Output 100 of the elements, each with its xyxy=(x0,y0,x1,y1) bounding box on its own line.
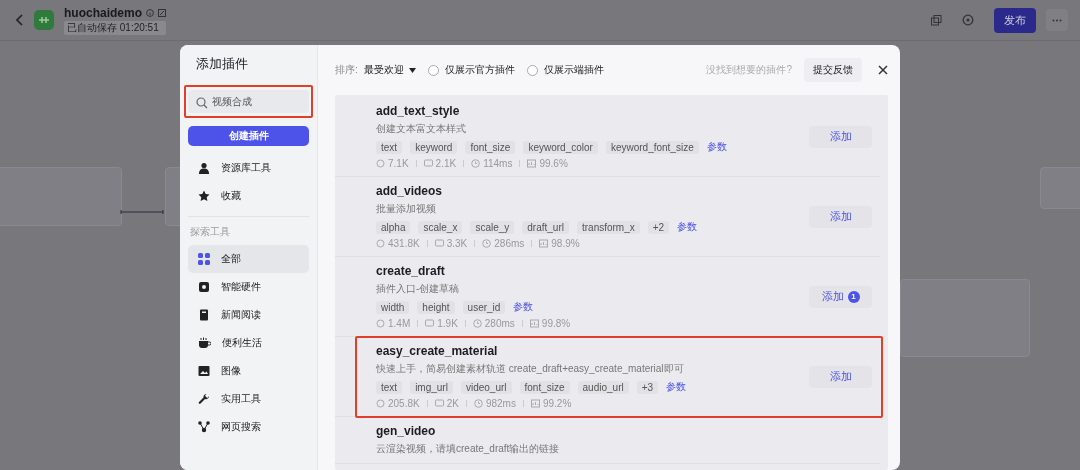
feedback-hint: 没找到想要的插件? xyxy=(706,63,792,77)
parameter-tag: alpha xyxy=(376,220,411,234)
parameter-tag: audio_url xyxy=(577,380,629,394)
chart-icon xyxy=(539,239,549,248)
chart-icon xyxy=(527,159,537,168)
stat-value: 99.2% xyxy=(542,398,572,409)
cup-icon xyxy=(198,337,211,349)
stat-value: 7.1K xyxy=(388,158,409,169)
sort-dropdown[interactable]: 最受欢迎 xyxy=(363,63,416,77)
parameter-tag: text xyxy=(376,140,403,154)
parameter-tag: transform_x xyxy=(576,220,640,234)
network-icon xyxy=(198,421,210,433)
stat-value: 431.8K xyxy=(388,238,420,249)
parameter-tag: font_size xyxy=(519,380,570,394)
autosave-status: 已自动保存 01:20:51 xyxy=(64,20,166,35)
publish-button[interactable]: 发布 xyxy=(994,7,1036,33)
sidebar-item[interactable]: 网页搜索 xyxy=(188,413,309,441)
stat-value: 2.1K xyxy=(435,158,457,169)
copy-icon[interactable] xyxy=(931,14,942,26)
message-icon xyxy=(425,319,435,328)
sidebar-item[interactable]: 收藏 xyxy=(188,182,309,210)
stat-value: 98.9% xyxy=(551,238,580,249)
add-button[interactable]: 添加 xyxy=(809,125,872,148)
add-button[interactable]: 添加 1 xyxy=(809,285,872,308)
parameters-link[interactable]: 参数 xyxy=(513,300,534,314)
history-icon[interactable] xyxy=(962,14,974,26)
search-icon xyxy=(196,97,208,109)
add-button[interactable]: 添加 xyxy=(809,205,872,228)
more-icon[interactable] xyxy=(1046,9,1068,31)
modal-title: 添加插件 xyxy=(196,55,249,73)
parameters-link[interactable]: 参数 xyxy=(666,380,687,394)
sidebar-item[interactable]: 便利生活 xyxy=(188,329,309,357)
stat-value: 114ms xyxy=(483,158,513,169)
chart-icon xyxy=(529,319,539,328)
sidebar-item[interactable]: 图像 xyxy=(188,357,309,385)
stat-value: 280ms xyxy=(484,318,515,329)
clock-icon xyxy=(471,159,481,168)
parameter-tag: scale_y xyxy=(470,220,515,234)
create-plugin-button[interactable]: 创建插件 xyxy=(188,126,309,146)
stat-value: 286ms xyxy=(494,238,525,249)
stat-value: 2K xyxy=(446,398,459,409)
parameter-tag: user_id xyxy=(462,300,506,314)
sidebar-item[interactable]: 实用工具 xyxy=(188,385,309,413)
sidebar-item[interactable]: 智能硬件 xyxy=(188,273,309,301)
parameter-tag: video_url xyxy=(460,380,512,394)
plugin-name: add_text_style xyxy=(376,104,461,118)
clock-icon xyxy=(482,239,492,248)
plugin-name: create_draft xyxy=(376,264,446,278)
star-icon xyxy=(198,190,210,202)
chart-icon xyxy=(530,399,540,408)
book-icon xyxy=(198,309,210,321)
filter-label[interactable]: 仅展示端插件 xyxy=(543,63,604,77)
sidebar-item[interactable]: 资源库工具 xyxy=(188,154,309,182)
parameter-tag: keyword_font_size xyxy=(605,140,699,154)
app-title: huochaidemo xyxy=(64,5,142,20)
parameter-tag: width xyxy=(376,300,410,314)
parameter-tag: text xyxy=(376,380,403,394)
radio-button[interactable] xyxy=(526,64,538,76)
parameter-tag: +2 xyxy=(647,220,670,234)
stat-value: 1.9K xyxy=(437,318,458,329)
search-field[interactable]: 视频合成 xyxy=(188,90,309,113)
parameter-tag: font_size xyxy=(465,140,516,154)
filter-label[interactable]: 仅展示官方插件 xyxy=(444,63,515,77)
info-icon[interactable] xyxy=(146,8,154,17)
message-icon xyxy=(423,159,433,168)
message-icon xyxy=(434,399,444,408)
sidebar-item[interactable]: 新闻阅读 xyxy=(188,301,309,329)
radio-button[interactable] xyxy=(427,64,439,76)
parameter-tag: +3 xyxy=(636,380,659,394)
back-icon[interactable] xyxy=(16,14,24,26)
wrench-icon xyxy=(198,393,210,405)
plugin-description: 创建文本富文本样式 xyxy=(376,122,467,136)
close-icon[interactable] xyxy=(878,65,888,75)
feedback-button[interactable]: 提交反馈 xyxy=(804,58,862,82)
parameters-link[interactable]: 参数 xyxy=(677,220,698,234)
parameters-link[interactable]: 参数 xyxy=(706,140,727,154)
connector-line xyxy=(120,209,164,215)
add-button[interactable]: 添加 xyxy=(809,365,872,388)
plugin-name: gen_video xyxy=(376,424,437,438)
chip-icon xyxy=(198,281,210,293)
edit-icon[interactable] xyxy=(158,8,166,17)
sort-label: 排序: xyxy=(335,63,358,77)
stat-value: 3.3K xyxy=(446,238,468,249)
stat-value: 1.4M xyxy=(388,318,411,329)
sidebar-item[interactable]: 全部 xyxy=(188,245,309,273)
clock-icon xyxy=(473,399,483,408)
user-icon xyxy=(198,162,210,174)
stat-value: 99.6% xyxy=(539,158,568,169)
grid-icon xyxy=(198,253,210,265)
count-badge: 1 xyxy=(847,290,860,303)
parameter-tag: scale_x xyxy=(418,220,463,234)
parameter-tag: keyword_color xyxy=(523,140,598,154)
plugin-description: 快速上手，简易创建素材轨道 create_draft+easy_create_material即可 xyxy=(376,362,685,376)
plugin-name: easy_create_material xyxy=(376,344,499,358)
stat-value: 99.8% xyxy=(541,318,571,329)
parameter-tag: height xyxy=(417,300,455,314)
stat-value: 205.8K xyxy=(388,398,420,409)
caret-icon xyxy=(408,67,416,73)
section-label: 探索工具 xyxy=(190,225,231,239)
parameter-tag: draft_url xyxy=(522,220,569,234)
